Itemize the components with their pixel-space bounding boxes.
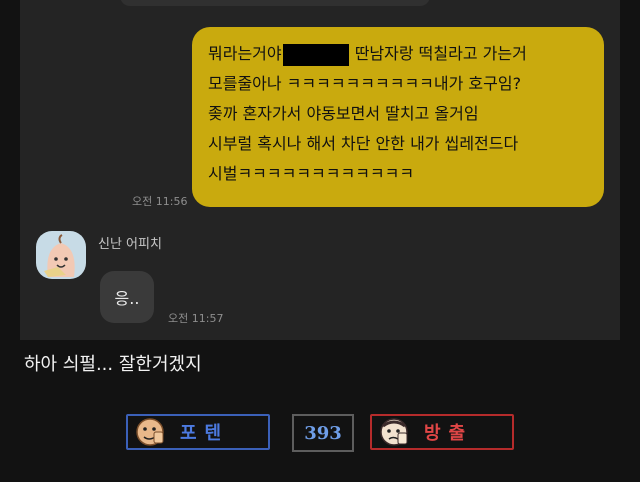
post-caption: 하아 싀펄... 잘한거겠지 bbox=[24, 354, 202, 375]
downvote-label: 방출 bbox=[424, 423, 474, 444]
chat-screenshot: 뭐라는거야 딴남자랑 떡칠라고 가는거 모를줄아나 ㅋㅋㅋㅋㅋㅋㅋㅋㅋㅋ내가 호… bbox=[20, 0, 620, 340]
outgoing-message-line: 시부럴 혹시나 해서 차단 안한 내가 씹레전드다 bbox=[208, 134, 519, 153]
outgoing-message-line: 시벌ㅋㅋㅋㅋㅋㅋㅋㅋㅋㅋㅋㅋ bbox=[208, 164, 415, 183]
sender-name: 신난 어피치 bbox=[98, 237, 162, 252]
incoming-message-time: 오전 11:57 bbox=[168, 312, 224, 325]
outgoing-message-line: 뭐라는거야 딴남자랑 떡칠라고 가는거 bbox=[208, 39, 604, 69]
incoming-message-bubble: 응.. bbox=[100, 271, 154, 323]
apeach-avatar-icon bbox=[36, 231, 86, 279]
outgoing-message-time: 오전 11:56 bbox=[132, 195, 188, 208]
outgoing-message-bubble: 뭐라는거야 딴남자랑 떡칠라고 가는거 모를줄아나 ㅋㅋㅋㅋㅋㅋㅋㅋㅋㅋ내가 호… bbox=[192, 27, 604, 207]
upvote-label: 포텐 bbox=[180, 423, 230, 444]
outgoing-message-line: 모를줄아나 ㅋㅋㅋㅋㅋㅋㅋㅋㅋㅋ내가 호구임? bbox=[208, 74, 522, 93]
outgoing-line-text: 뭐라는거야 bbox=[208, 44, 282, 63]
vote-count: 393 bbox=[292, 414, 354, 452]
downvote-button[interactable]: 방출 bbox=[370, 414, 514, 450]
outgoing-message-line: 좆까 혼자가서 야동보면서 딸치고 올거임 bbox=[208, 104, 479, 123]
upvote-button[interactable]: 포텐 bbox=[126, 414, 270, 450]
thumbs-down-face-icon bbox=[380, 418, 408, 446]
redaction-box bbox=[282, 43, 349, 66]
thumbs-up-face-icon bbox=[136, 418, 164, 446]
previous-message-stub bbox=[120, 0, 430, 6]
outgoing-line-text: 딴남자랑 떡칠라고 가는거 bbox=[349, 44, 527, 63]
